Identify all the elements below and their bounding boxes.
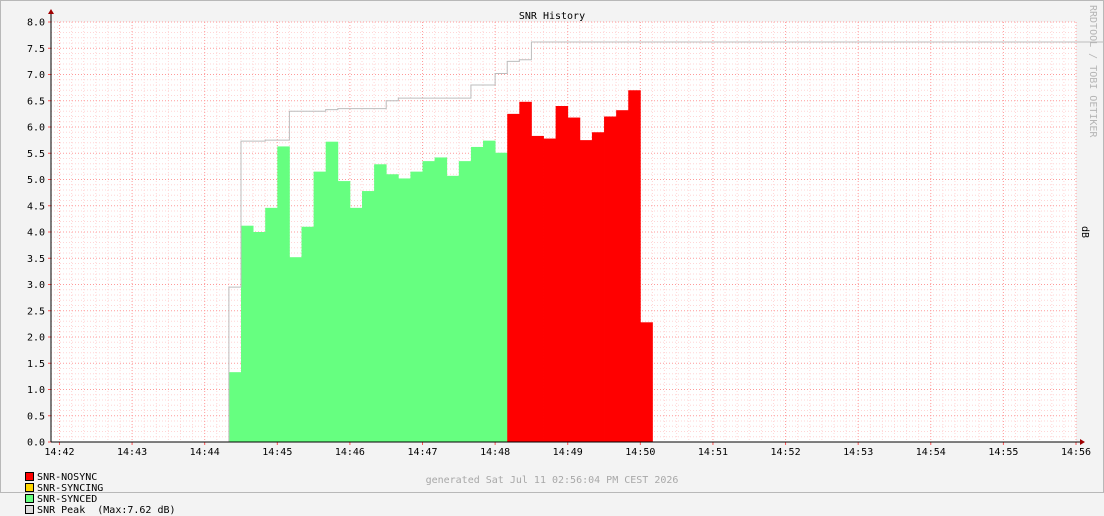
area-step-snr-nosync — [519, 101, 532, 443]
area-step-snr-nosync — [604, 116, 617, 442]
chart-title: SNR History — [519, 11, 585, 22]
legend: SNR-NOSYNC SNR-SYNCING SNR-SYNCED SNR Pe… — [13, 461, 184, 516]
legend-swatch-synced — [25, 494, 35, 503]
y-tick-label: 3.0 — [27, 280, 45, 291]
area-step-snr-synced — [289, 257, 302, 442]
x-tick-label: 14:52 — [771, 447, 801, 458]
x-tick-label: 14:44 — [190, 447, 220, 458]
y-tick-label: 7.5 — [27, 44, 45, 55]
area-step-snr-synced — [458, 161, 472, 442]
x-tick-label: 14:55 — [988, 447, 1018, 458]
generated-footer: generated Sat Jul 11 02:56:04 PM CEST 20… — [425, 475, 679, 486]
area-step-snr-nosync — [543, 138, 557, 443]
x-tick-label: 14:54 — [916, 447, 946, 458]
legend-item-synced: SNR-SYNCED — [25, 494, 97, 505]
x-tick-label: 14:53 — [843, 447, 873, 458]
area-step-snr-nosync — [567, 117, 581, 443]
y-tick-labels: 0.0 0.5 1.0 1.5 2.0 2.5 3.0 3.5 4.0 4.5 5.0 5.5 6.0 6… — [27, 18, 45, 449]
x-tick-label: 14:42 — [44, 447, 74, 458]
area-step-snr-nosync — [640, 322, 653, 442]
snr-chart: SNR History 0.0 0.5 1.0 1.5 2.0 2.5 3.0 3.5 4.0 4… — [27, 5, 1104, 458]
area-step-snr-nosync — [628, 90, 641, 442]
y-tick-label: 1.0 — [27, 385, 45, 396]
area-step-snr-nosync — [555, 106, 569, 442]
y-tick-label: 3.5 — [27, 254, 45, 265]
y-tick-label: 6.0 — [27, 123, 45, 134]
area-step-snr-nosync — [591, 132, 605, 442]
area-step-snr-synced — [410, 171, 423, 442]
legend-label-synced: SNR-SYNCED — [37, 494, 98, 505]
area-step-snr-synced — [253, 232, 266, 442]
watermark: RRDTOOL / TOBI OETIKER — [1087, 5, 1098, 138]
y-tick-label: 2.0 — [27, 333, 45, 344]
y-tick-label: 5.0 — [27, 175, 45, 186]
y-axis-label: dB — [1079, 226, 1090, 238]
area-step-snr-synced — [495, 152, 508, 442]
legend-item-peak: SNR Peak (Max:7.62 dB) — [25, 505, 176, 516]
legend-swatch-peak — [25, 505, 35, 514]
legend-label-peak: SNR Peak — [37, 505, 86, 516]
x-tick-label: 14:43 — [117, 447, 147, 458]
area-step-snr-synced — [277, 146, 290, 443]
area-step-snr-synced — [228, 372, 242, 442]
area-step-snr-synced — [470, 146, 484, 442]
y-tick-label: 8.0 — [27, 18, 45, 29]
x-tick-label: 14:48 — [480, 447, 510, 458]
x-tick-labels: 14:42 14:43 14:44 14:45 14:46 14:47 14:48 14:49… — [44, 447, 1091, 458]
x-tick-label: 14:51 — [698, 447, 728, 458]
x-tick-label: 14:47 — [407, 447, 437, 458]
area-step-snr-synced — [446, 175, 460, 442]
area-step-snr-nosync — [507, 113, 520, 442]
area-step-snr-synced — [325, 141, 339, 442]
y-tick-label: 0.0 — [27, 438, 45, 449]
area-step-snr-synced — [313, 171, 327, 442]
x-tick-label: 14:45 — [262, 447, 292, 458]
legend-peak-note: (Max:7.62 dB) — [97, 505, 176, 516]
area-step-snr-synced — [398, 178, 411, 442]
area-step-snr-synced — [349, 207, 363, 442]
area-step-snr-synced — [483, 140, 496, 442]
y-tick-label: 4.0 — [27, 228, 45, 239]
area-step-snr-synced — [374, 164, 387, 442]
y-axis-arrow — [48, 9, 54, 14]
area-step-snr-nosync — [531, 135, 544, 443]
y-tick-label: 2.5 — [27, 306, 45, 317]
area-step-snr-synced — [362, 191, 375, 442]
area-step-snr-synced — [265, 207, 278, 442]
x-axis-arrow — [1080, 439, 1085, 445]
area-step-snr-synced — [240, 225, 254, 442]
y-tick-label: 5.5 — [27, 149, 45, 160]
area-step-snr-synced — [434, 157, 448, 442]
x-tick-label: 14:49 — [553, 447, 583, 458]
y-tick-label: 1.5 — [27, 359, 45, 370]
area-step-snr-nosync — [616, 110, 629, 442]
area-step-snr-synced — [337, 181, 351, 442]
x-tick-label: 14:46 — [335, 447, 365, 458]
y-tick-label: 0.5 — [27, 411, 45, 422]
y-tick-label: 4.5 — [27, 201, 45, 212]
x-tick-label: 14:50 — [625, 447, 655, 458]
y-tick-label: 6.5 — [27, 96, 45, 107]
area-step-snr-synced — [422, 161, 436, 442]
y-tick-label: 7.0 — [27, 70, 45, 81]
area-step-snr-synced — [386, 174, 399, 442]
x-tick-label: 14:56 — [1061, 447, 1091, 458]
area-step-snr-synced — [301, 226, 315, 442]
area-step-snr-nosync — [579, 140, 593, 442]
